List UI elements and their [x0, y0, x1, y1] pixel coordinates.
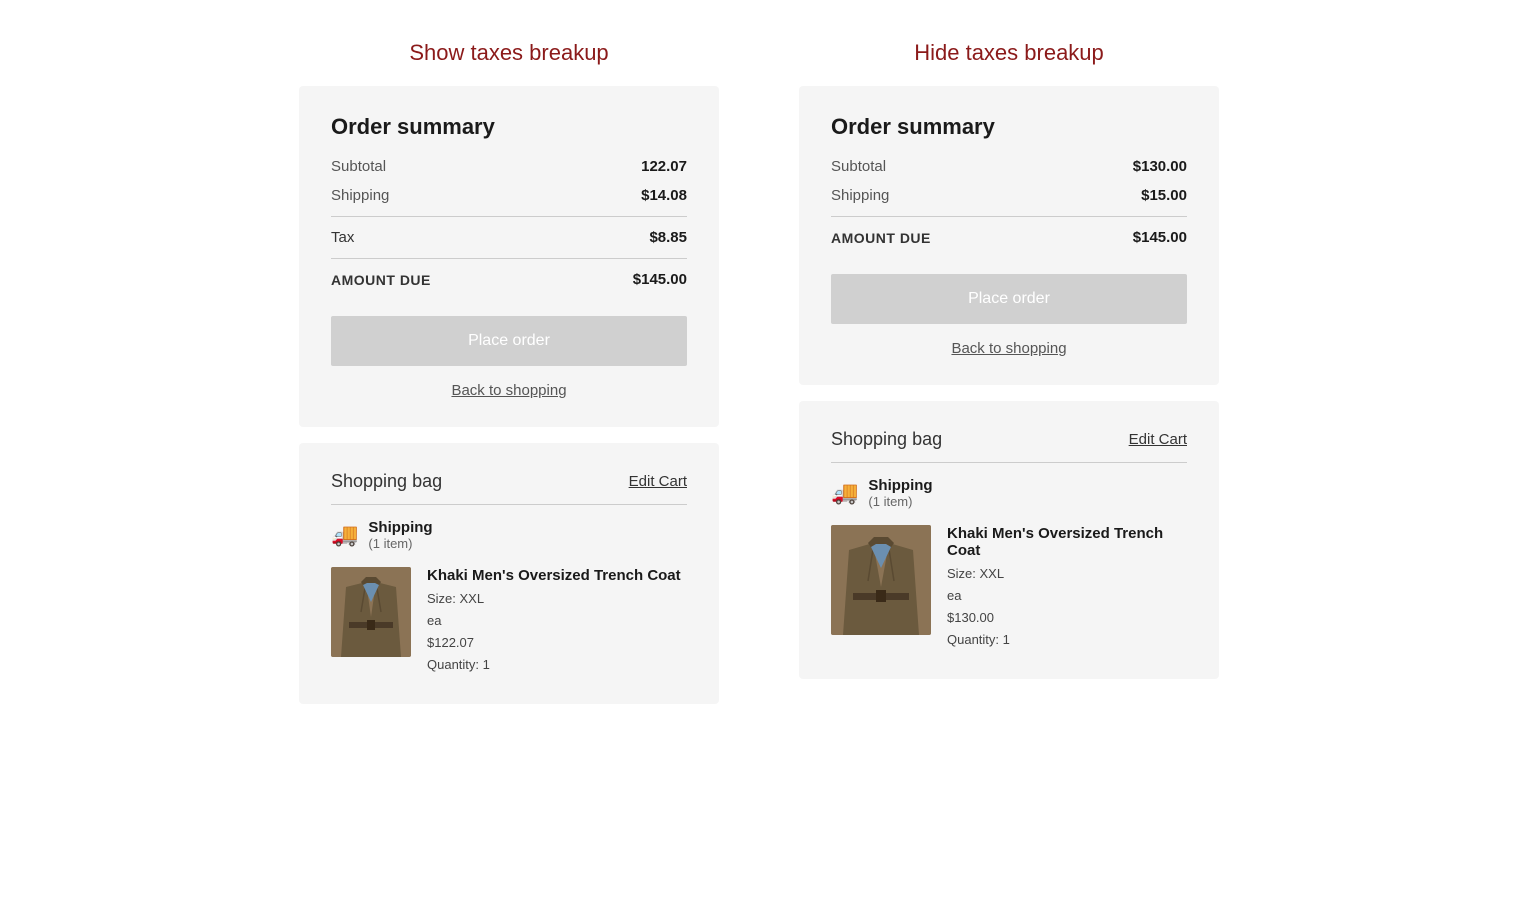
left-place-order-button[interactable]: Place order: [331, 316, 687, 366]
right-shopping-bag-header: Shopping bag Edit Cart: [831, 429, 1187, 450]
left-amount-due-value: $145.00: [633, 271, 687, 288]
left-subtotal-value: 122.07: [641, 158, 687, 175]
left-shopping-bag-card: Shopping bag Edit Cart 🚚 Shipping (1 ite…: [299, 443, 719, 704]
right-shipping-info: Shipping (1 item): [868, 477, 932, 509]
left-product-price: $122.07: [427, 635, 474, 650]
left-panel-title: Show taxes breakup: [299, 40, 719, 66]
right-product-image: [831, 525, 931, 635]
right-shipping-label: Shipping: [831, 187, 889, 204]
left-shipping-row-bag: 🚚 Shipping (1 item): [331, 504, 687, 551]
left-product-row: Khaki Men's Oversized Trench Coat Size: …: [331, 567, 687, 676]
left-shipping-info: Shipping (1 item): [368, 519, 432, 551]
right-shipping-label-bag: Shipping: [868, 477, 932, 494]
left-shipping-row: Shipping $14.08: [331, 187, 687, 204]
right-amount-due-row: AMOUNT DUE $145.00: [831, 229, 1187, 246]
right-divider: [831, 216, 1187, 217]
right-shipping-value: $15.00: [1141, 187, 1187, 204]
left-tax-label: Tax: [331, 229, 354, 246]
right-shopping-bag-title: Shopping bag: [831, 429, 942, 450]
right-product-row: Khaki Men's Oversized Trench Coat Size: …: [831, 525, 1187, 651]
left-divider-1: [331, 216, 687, 217]
right-amount-due-label: AMOUNT DUE: [831, 230, 931, 246]
left-shipping-count: (1 item): [368, 536, 432, 551]
left-shipping-label: Shipping: [331, 187, 389, 204]
right-order-summary-heading: Order summary: [831, 114, 1187, 140]
left-product-meta: Size: XXL ea $122.07 Quantity: 1: [427, 588, 681, 676]
left-order-summary-heading: Order summary: [331, 114, 687, 140]
left-tax-value: $8.85: [649, 229, 687, 246]
left-shopping-bag-title: Shopping bag: [331, 471, 442, 492]
left-divider-2: [331, 258, 687, 259]
left-back-to-shopping-link[interactable]: Back to shopping: [331, 382, 687, 399]
page-wrapper: Show taxes breakup Order summary Subtota…: [59, 40, 1459, 704]
left-truck-icon: 🚚: [331, 522, 358, 548]
left-subtotal-row: Subtotal 122.07: [331, 158, 687, 175]
left-subtotal-label: Subtotal: [331, 158, 386, 175]
left-amount-due-label: AMOUNT DUE: [331, 272, 431, 288]
right-place-order-button[interactable]: Place order: [831, 274, 1187, 324]
right-product-unit: ea: [947, 588, 961, 603]
right-subtotal-row: Subtotal $130.00: [831, 158, 1187, 175]
right-product-quantity: Quantity: 1: [947, 632, 1010, 647]
right-product-size: Size: XXL: [947, 566, 1004, 581]
left-shopping-bag-header: Shopping bag Edit Cart: [331, 471, 687, 492]
right-amount-due-value: $145.00: [1133, 229, 1187, 246]
right-edit-cart-link[interactable]: Edit Cart: [1129, 431, 1187, 448]
right-product-name: Khaki Men's Oversized Trench Coat: [947, 525, 1187, 559]
right-product-price: $130.00: [947, 610, 994, 625]
right-panel-title: Hide taxes breakup: [799, 40, 1219, 66]
left-shipping-label-bag: Shipping: [368, 519, 432, 536]
right-shipping-row-bag: 🚚 Shipping (1 item): [831, 462, 1187, 509]
left-shipping-value: $14.08: [641, 187, 687, 204]
left-product-name: Khaki Men's Oversized Trench Coat: [427, 567, 681, 584]
right-order-summary-card: Order summary Subtotal $130.00 Shipping …: [799, 86, 1219, 385]
right-subtotal-value: $130.00: [1133, 158, 1187, 175]
left-amount-due-row: AMOUNT DUE $145.00: [331, 271, 687, 288]
left-product-quantity: Quantity: 1: [427, 657, 490, 672]
left-order-summary-card: Order summary Subtotal 122.07 Shipping $…: [299, 86, 719, 427]
left-coat-svg: [331, 567, 411, 657]
left-product-details: Khaki Men's Oversized Trench Coat Size: …: [427, 567, 681, 676]
left-product-unit: ea: [427, 613, 441, 628]
right-product-details: Khaki Men's Oversized Trench Coat Size: …: [947, 525, 1187, 651]
right-shipping-row: Shipping $15.00: [831, 187, 1187, 204]
right-shipping-count: (1 item): [868, 494, 932, 509]
right-coat-svg: [831, 525, 931, 635]
left-product-image: [331, 567, 411, 657]
right-subtotal-label: Subtotal: [831, 158, 886, 175]
left-tax-row: Tax $8.85: [331, 229, 687, 246]
right-panel: Hide taxes breakup Order summary Subtota…: [799, 40, 1219, 704]
right-truck-icon: 🚚: [831, 480, 858, 506]
left-panel: Show taxes breakup Order summary Subtota…: [299, 40, 719, 704]
right-product-meta: Size: XXL ea $130.00 Quantity: 1: [947, 563, 1187, 651]
right-back-to-shopping-link[interactable]: Back to shopping: [831, 340, 1187, 357]
left-edit-cart-link[interactable]: Edit Cart: [629, 473, 687, 490]
right-shopping-bag-card: Shopping bag Edit Cart 🚚 Shipping (1 ite…: [799, 401, 1219, 679]
left-product-size: Size: XXL: [427, 591, 484, 606]
